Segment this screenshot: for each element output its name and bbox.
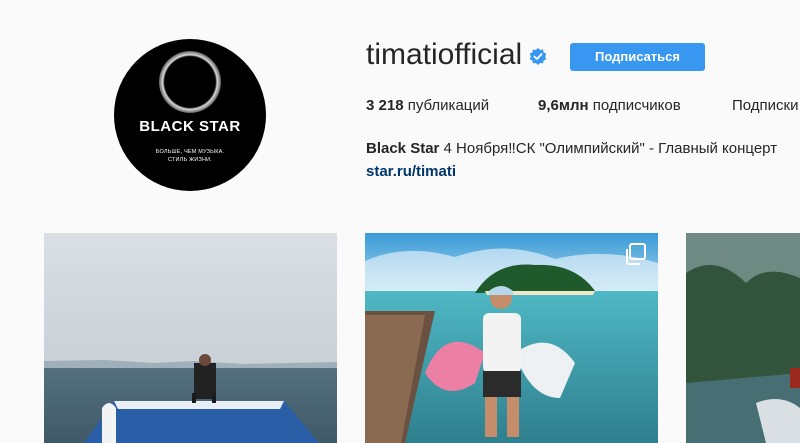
post-thumbnail-1[interactable] xyxy=(44,233,337,443)
bio-text: 4 Ноября‼СК "Олимпийский" - Главный конц… xyxy=(443,140,778,157)
post-image-island xyxy=(365,233,658,443)
eclipse-logo-icon xyxy=(159,51,221,113)
bio-website-link[interactable]: star.ru/timati xyxy=(366,163,456,180)
post-thumbnail-2[interactable] xyxy=(365,233,658,443)
stat-following[interactable]: Подписки xyxy=(732,97,799,114)
avatar-brand-text: BLACK STAR xyxy=(139,118,241,135)
post-image-yacht xyxy=(44,233,337,443)
post-thumbnail-3[interactable] xyxy=(686,233,800,443)
profile-bio: Black Star 4 Ноября‼СК "Олимпийский" - Г… xyxy=(366,140,777,157)
stat-posts: 3 218 публикаций xyxy=(366,97,489,114)
followers-count: 9,6млн xyxy=(538,97,589,114)
follow-button[interactable]: Подписаться xyxy=(570,43,705,71)
verified-badge-icon xyxy=(529,48,547,65)
posts-label: публикаций xyxy=(407,97,490,114)
profile-avatar[interactable]: BLACK STAR БОЛЬШЕ, ЧЕМ МУЗЫКА. СТИЛЬ ЖИЗ… xyxy=(114,39,266,191)
avatar-tagline-line1: БОЛЬШЕ, ЧЕМ МУЗЫКА. xyxy=(155,149,225,155)
avatar-tagline: БОЛЬШЕ, ЧЕМ МУЗЫКА. СТИЛЬ ЖИЗНИ. xyxy=(114,148,266,164)
post-image-coast xyxy=(686,233,800,443)
multiple-photos-icon xyxy=(626,243,646,265)
following-label: Подписки xyxy=(732,97,799,114)
profile-username: timatiofficial xyxy=(366,38,523,71)
followers-label: подписчиков xyxy=(592,97,681,114)
stat-followers[interactable]: 9,6млн подписчиков xyxy=(538,97,681,114)
avatar-tagline-line2: СТИЛЬ ЖИЗНИ. xyxy=(167,157,213,163)
bio-full-name: Black Star xyxy=(366,140,440,157)
posts-count: 3 218 xyxy=(366,97,404,114)
